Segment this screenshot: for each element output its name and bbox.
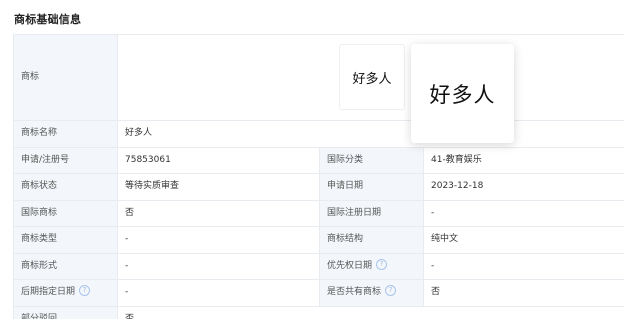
priority-date-label: 优先权日期 (327, 260, 373, 271)
structure-label: 商标结构 (319, 226, 424, 254)
help-icon[interactable]: ? (79, 285, 91, 296)
trademark-logo-thumbnail[interactable]: 好多人 (339, 44, 405, 110)
intl-class-value: 41-教育娱乐 (422, 146, 624, 174)
table-row: 后期指定日期? - 是否共有商标? 否 (13, 279, 624, 307)
trademark-info-table: 商标 好多人 商标名称 好多人 申请/注册号 75853061 国际分类 41-… (13, 34, 624, 319)
later-date-value: - (117, 279, 320, 307)
reg-no-label: 申请/注册号 (13, 146, 118, 174)
form-label: 商标形式 (13, 252, 118, 280)
shared-label: 是否共有商标 (327, 287, 382, 297)
trademark-logo-preview-popup: 好多人 (411, 44, 514, 143)
shared-value: 否 (422, 279, 624, 307)
table-row: 商标形式 - 优先权日期? - (13, 252, 624, 280)
table-row: 国际商标 否 国际注册日期 - (13, 199, 624, 227)
table-row: 商标名称 好多人 (13, 120, 624, 148)
later-date-label: 后期指定日期 (21, 287, 76, 297)
table-row: 商标状态 等待实质审查 申请日期 2023-12-18 (13, 173, 624, 201)
mark-type-label: 商标类型 (13, 226, 118, 254)
partial-reject-value: 否 (116, 305, 624, 319)
name-value: 好多人 (116, 120, 624, 148)
logo-thumbnail-text: 好多人 (352, 71, 392, 87)
logo-label: 商标 (13, 34, 118, 121)
intl-class-label: 国际分类 (319, 146, 424, 174)
section-title: 商标基础信息 (14, 13, 82, 26)
intl-reg-date-value: - (422, 199, 624, 227)
intl-mark-value: 否 (117, 199, 320, 227)
status-value: 等待实质审查 (117, 173, 320, 201)
form-value: - (117, 252, 320, 280)
mark-type-value: - (117, 226, 320, 254)
apply-date-label: 申请日期 (319, 173, 424, 201)
table-row: 部分驳回 否 (13, 305, 624, 319)
intl-reg-date-label: 国际注册日期 (319, 199, 424, 227)
reg-no-value: 75853061 (117, 146, 320, 174)
intl-mark-label: 国际商标 (13, 199, 118, 227)
shared-cell: 是否共有商标? (319, 279, 424, 307)
apply-date-value: 2023-12-18 (422, 173, 624, 201)
logo-preview-text: 好多人 (429, 82, 496, 107)
priority-date-cell: 优先权日期? (319, 252, 424, 280)
logo-row: 商标 好多人 (13, 34, 624, 121)
help-icon[interactable]: ? (376, 258, 388, 270)
table-row: 商标类型 - 商标结构 纯中文 (13, 226, 624, 254)
name-label: 商标名称 (13, 120, 118, 148)
structure-value: 纯中文 (422, 226, 624, 254)
status-label: 商标状态 (13, 173, 118, 201)
partial-reject-label: 部分驳回 (13, 305, 118, 319)
logo-cell: 好多人 (116, 34, 624, 121)
later-date-cell: 后期指定日期? (13, 279, 118, 307)
help-icon[interactable]: ? (385, 285, 397, 296)
table-row: 申请/注册号 75853061 国际分类 41-教育娱乐 (13, 146, 624, 174)
priority-date-value: - (422, 252, 624, 280)
